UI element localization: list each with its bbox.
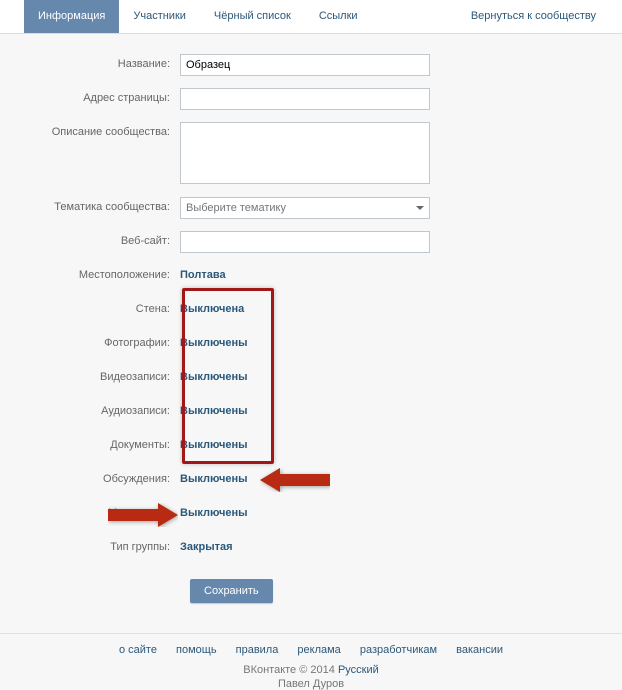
videos-value[interactable]: Выключены — [180, 367, 440, 383]
tab-links[interactable]: Ссылки — [305, 0, 372, 33]
label-location: Местоположение: — [0, 265, 180, 281]
label-address: Адрес страницы: — [0, 88, 180, 104]
language-link[interactable]: Русский — [338, 664, 379, 676]
description-textarea[interactable] — [180, 122, 430, 184]
label-discussions: Обсуждения: — [0, 469, 180, 485]
label-topic: Тематика сообщества: — [0, 197, 180, 213]
label-name: Название: — [0, 54, 180, 70]
footer-link-about[interactable]: о сайте — [119, 644, 157, 656]
footer-link-rules[interactable]: правила — [236, 644, 279, 656]
footer-links: о сайте помощь правила реклама разработч… — [0, 644, 622, 656]
discussions-value[interactable]: Выключены — [180, 469, 440, 485]
chevron-down-icon — [416, 206, 424, 210]
wall-value[interactable]: Выключена — [180, 299, 440, 315]
materials-value[interactable]: Выключены — [180, 503, 440, 519]
tabs-bar: Информация Участники Чёрный список Ссылк… — [0, 0, 622, 34]
label-description: Описание сообщества: — [0, 122, 180, 138]
name-input[interactable] — [180, 54, 430, 76]
label-website: Веб-сайт: — [0, 231, 180, 247]
docs-value[interactable]: Выключены — [180, 435, 440, 451]
tab-members[interactable]: Участники — [119, 0, 200, 33]
website-input[interactable] — [180, 231, 430, 253]
label-docs: Документы: — [0, 435, 180, 451]
footer-link-devs[interactable]: разработчикам — [360, 644, 437, 656]
form-area: Название: Адрес страницы: Описание сообщ… — [0, 34, 622, 623]
footer: о сайте помощь правила реклама разработч… — [0, 633, 622, 690]
footer-link-help[interactable]: помощь — [176, 644, 217, 656]
label-grouptype: Тип группы: — [0, 537, 180, 553]
save-button[interactable]: Сохранить — [190, 579, 273, 603]
label-photos: Фотографии: — [0, 333, 180, 349]
location-link[interactable]: Полтава — [180, 265, 440, 281]
label-wall: Стена: — [0, 299, 180, 315]
audios-value[interactable]: Выключены — [180, 401, 440, 417]
grouptype-value[interactable]: Закрытая — [180, 537, 440, 553]
copyright: ВКонтакте © 2014 Русский — [0, 664, 622, 676]
label-videos: Видеозаписи: — [0, 367, 180, 383]
photos-value[interactable]: Выключены — [180, 333, 440, 349]
topic-select-value: Выберите тематику — [186, 202, 286, 214]
label-materials: Материалы: — [0, 503, 180, 519]
topic-select[interactable]: Выберите тематику — [180, 197, 430, 219]
tab-info[interactable]: Информация — [24, 0, 119, 33]
address-input[interactable] — [180, 88, 430, 110]
footer-link-jobs[interactable]: вакансии — [456, 644, 503, 656]
footer-link-ads[interactable]: реклама — [297, 644, 340, 656]
author: Павел Дуров — [0, 678, 622, 690]
back-to-community-link[interactable]: Вернуться к сообществу — [457, 0, 610, 33]
label-audios: Аудиозаписи: — [0, 401, 180, 417]
tab-blacklist[interactable]: Чёрный список — [200, 0, 305, 33]
